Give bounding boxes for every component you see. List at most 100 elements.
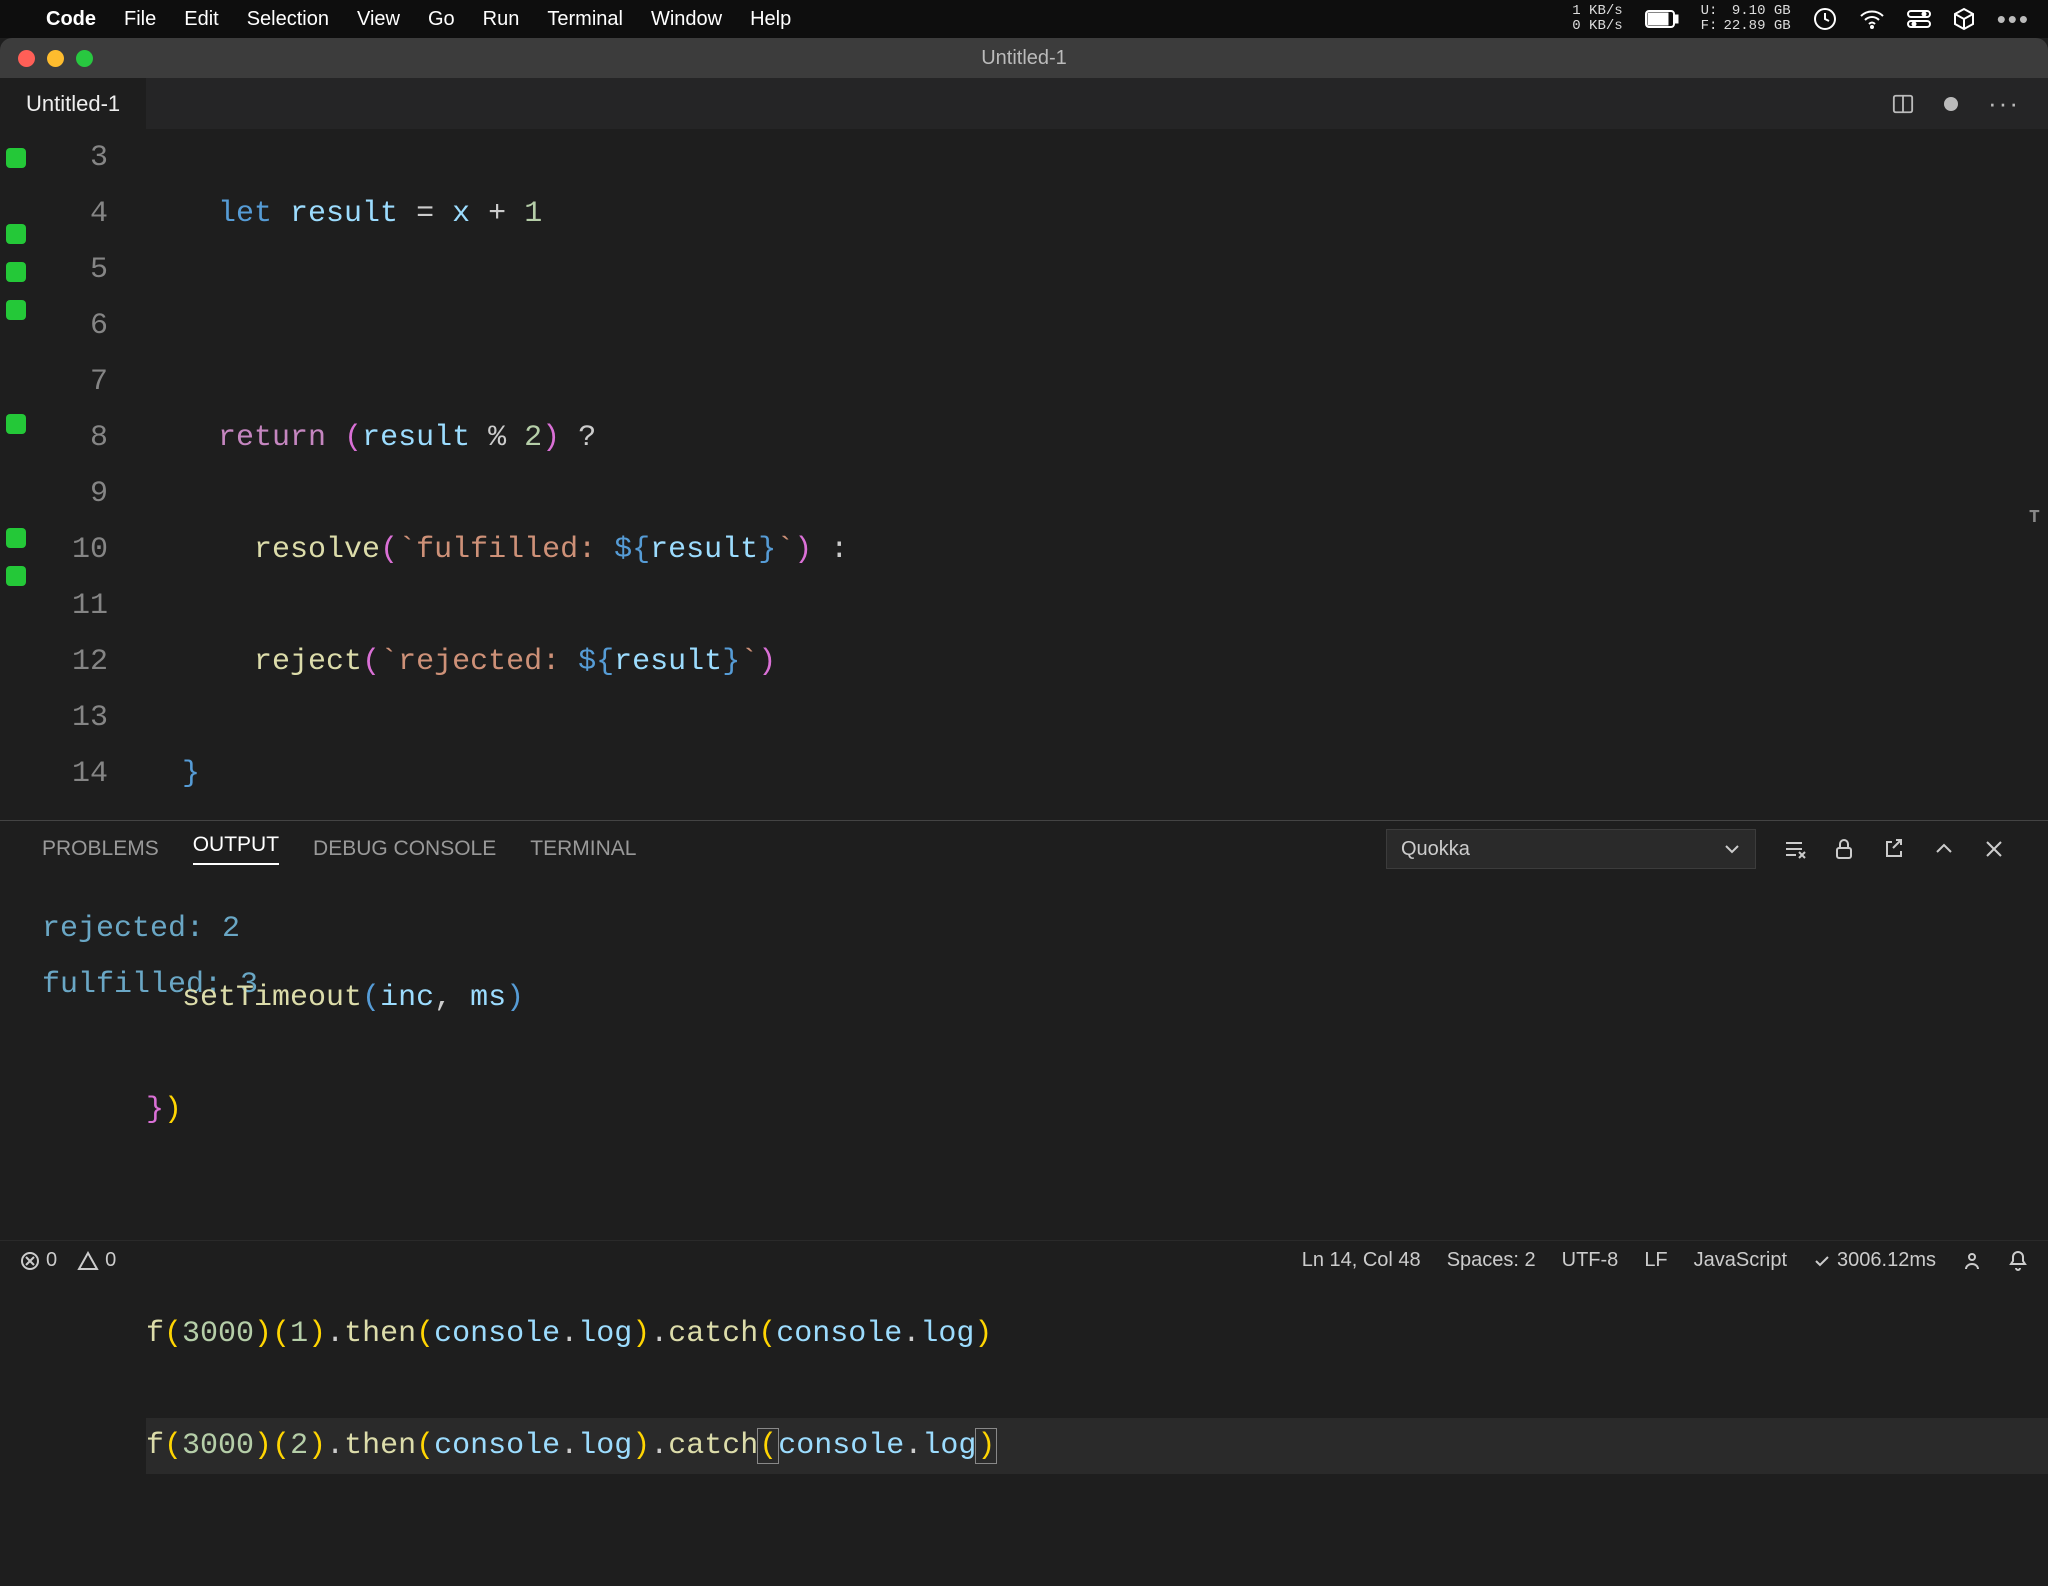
tok: then [344,1317,416,1351]
quokka-gutter [0,130,32,820]
tok: reject [254,645,362,679]
window-controls [0,50,93,67]
tok: resolve [254,533,380,567]
line-number-gutter: 3 4 5 6 7 8 9 10 11 12 13 14 [32,130,128,820]
tok: log [578,1429,632,1463]
tok: ) [164,1093,182,1127]
tok: let [218,197,272,231]
app-name[interactable]: Code [46,8,96,31]
tok: log [920,1317,974,1351]
tok: 3000 [182,1429,254,1463]
line-number: 6 [32,298,108,354]
code-line[interactable] [146,298,2048,354]
code-line[interactable]: } [146,746,2048,802]
gutter-marker [6,300,26,320]
minimap-mark: T [2029,490,2045,514]
menu-edit[interactable]: Edit [184,8,218,31]
tok: ) [758,645,776,679]
code-line[interactable]: resolve(`fulfilled: ${result}`) : [146,522,2048,578]
editor-more-icon[interactable]: ··· [1988,88,2020,119]
wifi-icon[interactable] [1859,9,1885,29]
menu-file[interactable]: File [124,8,156,31]
tok: $ [578,645,596,679]
code-line[interactable]: return (result % 2) ? [146,410,2048,466]
tok: ) [506,981,524,1015]
line-number: 14 [32,746,108,802]
network-speed: 1 KB/s 0 KB/s [1572,4,1622,33]
disk-u-label: U: [1701,4,1718,19]
panel-tab-problems[interactable]: PROBLEMS [42,837,159,861]
line-number: 3 [32,130,108,186]
tok: ( [272,1429,290,1463]
tok: f [146,1317,164,1351]
code-editor[interactable]: 3 4 5 6 7 8 9 10 11 12 13 14 let result … [0,130,2048,820]
line-number: 10 [32,522,108,578]
tok: ) [254,1317,272,1351]
status-errors[interactable]: 0 [20,1249,57,1272]
line-number: 5 [32,242,108,298]
line-number: 8 [32,410,108,466]
menu-terminal[interactable]: Terminal [547,8,623,31]
zoom-window-button[interactable] [76,50,93,67]
line-number: 4 [32,186,108,242]
modified-indicator-icon[interactable] [1944,97,1958,111]
control-center-icon[interactable] [1907,9,1931,29]
tab-untitled-1[interactable]: Untitled-1 [0,78,147,129]
code-line[interactable]: setTimeout(inc, ms) [146,970,2048,1026]
tok: ms [470,981,506,1015]
tok: log [578,1317,632,1351]
menu-selection[interactable]: Selection [247,8,329,31]
menu-run[interactable]: Run [483,8,520,31]
tok: ( [272,1317,290,1351]
code-area[interactable]: let result = x + 1 return (result % 2) ?… [128,130,2048,820]
net-down: 0 KB/s [1572,19,1622,34]
tok: ) [975,1428,997,1464]
tok: ( [344,421,362,455]
minimize-window-button[interactable] [47,50,64,67]
tok: . [650,1317,668,1351]
tok: ( [164,1429,182,1463]
tok: } [182,757,200,791]
tok: ) [542,421,560,455]
tok: 3000 [182,1317,254,1351]
split-editor-icon[interactable] [1892,93,1914,115]
code-line[interactable]: let result = x + 1 [146,186,2048,242]
tok: console [434,1317,560,1351]
errors-count: 0 [46,1249,57,1272]
clock-icon[interactable] [1813,7,1837,31]
tok: . [326,1429,344,1463]
code-line[interactable] [146,1194,2048,1250]
tok: . [326,1317,344,1351]
tok: 2 [524,421,542,455]
code-line[interactable]: f(3000)(1).then(console.log).catch(conso… [146,1306,2048,1362]
battery-icon[interactable] [1645,10,1679,28]
menu-window[interactable]: Window [651,8,722,31]
code-line[interactable] [146,858,2048,914]
tok: result [290,197,398,231]
tok: ( [362,645,380,679]
minimap[interactable]: T [2026,130,2048,820]
tok: catch [668,1317,758,1351]
menubar-overflow-icon[interactable]: ••• [1997,4,2030,35]
gutter-marker [6,414,26,434]
code-line[interactable]: reject(`rejected: ${result}`) [146,634,2048,690]
editor-tabbar: Untitled-1 ··· [0,78,2048,130]
code-line[interactable]: f(3000)(2).then(console.log).catch(conso… [146,1418,2048,1474]
code-line[interactable]: }) [146,1082,2048,1138]
close-window-button[interactable] [18,50,35,67]
line-number: 9 [32,466,108,522]
gutter-marker [6,338,26,358]
tok: ? [578,421,596,455]
tok: rejected: [398,645,578,679]
tok: ) [632,1317,650,1351]
menu-help[interactable]: Help [750,8,791,31]
tok: setTimeout [182,981,362,1015]
menu-go[interactable]: Go [428,8,455,31]
tok: ) [308,1317,326,1351]
package-icon[interactable] [1953,7,1975,31]
tok: ) [974,1317,992,1351]
tok: console [776,1317,902,1351]
gutter-marker [6,452,26,472]
status-warnings[interactable]: 0 [77,1249,116,1272]
menu-view[interactable]: View [357,8,400,31]
